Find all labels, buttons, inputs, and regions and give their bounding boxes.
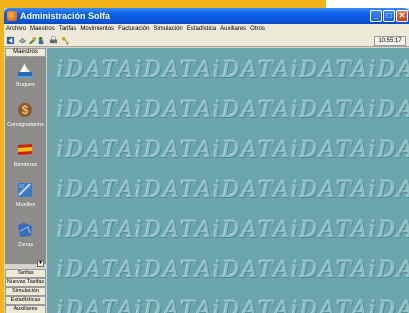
users-icon[interactable] [37, 36, 46, 45]
watermark-logo: iDATA [213, 218, 292, 243]
minimize-button[interactable]: _ [370, 10, 382, 22]
watermark-logo: iDATA [135, 218, 214, 243]
sidebar-button-simulacion[interactable]: Simulación [5, 287, 46, 296]
watermark-logo: iDATA [369, 58, 409, 83]
sidebar-button-auxiliares[interactable]: Auxiliares [5, 305, 46, 313]
watermark-logo: iDATA [291, 98, 370, 123]
window-title: Administración Solfa [20, 11, 111, 21]
refresh-icon[interactable] [18, 36, 27, 45]
watermark-logo: iDATA [369, 138, 409, 163]
watermark-logo: iDATA [369, 298, 409, 313]
watermark-logo: iDATA [135, 178, 214, 203]
sidebar: Maestros Buques $ Consignatarios Bandera… [4, 48, 47, 313]
watermark-logo: iDATA [369, 98, 409, 123]
map-zone-icon [18, 223, 32, 237]
watermark-logo: iDATA [135, 98, 214, 123]
key-icon[interactable] [61, 36, 70, 45]
watermark-logo: iDATA [291, 138, 370, 163]
menu-tarifas[interactable]: Tarifas [57, 24, 79, 35]
watermark-logo: iDATA [135, 138, 214, 163]
menu-auxiliares[interactable]: Auxiliares [218, 24, 248, 35]
watermark-logo: iDATA [213, 58, 292, 83]
ship-icon [17, 63, 33, 78]
menu-simulacion[interactable]: Simulación [151, 24, 184, 35]
sidebar-panel: Buques $ Consignatarios Banderas Muelles… [5, 57, 46, 267]
watermark-logo: iDATA [135, 298, 214, 313]
watermark-logo: iDATA [213, 258, 292, 283]
close-button[interactable]: ✕ [396, 10, 408, 22]
sidebar-header-maestros[interactable]: Maestros [5, 48, 46, 57]
watermark-logo: iDATA [291, 258, 370, 283]
watermark-logo: iDATA [57, 178, 136, 203]
menu-bar: Archivo Maestros Tarifas Movimientos Fac… [4, 24, 409, 35]
main-workspace: iDATA iDATA iDATA iDATA iDATA iDATA iDAT… [47, 48, 409, 313]
maximize-button[interactable]: □ [383, 10, 395, 22]
menu-maestros[interactable]: Maestros [28, 24, 57, 35]
watermark-logo: iDATA [57, 98, 136, 123]
watermark-logo: iDATA [369, 178, 409, 203]
menu-otros[interactable]: Otros [248, 24, 267, 35]
sidebar-button-nuevas-tasifas[interactable]: Nuevas Tasifas [5, 278, 46, 287]
pier-icon [18, 183, 32, 197]
sidebar-scroll-down-button[interactable]: ▼ [37, 260, 44, 267]
watermark-logo: iDATA [369, 258, 409, 283]
sidebar-label-consignatarios: Consignatarios [7, 122, 44, 128]
watermark-logo: iDATA [369, 218, 409, 243]
desktop-background-strip [326, 0, 409, 8]
sidebar-label-buques: Buques [16, 82, 35, 88]
menu-facturacion[interactable]: Facturación [116, 24, 151, 35]
watermark-logo: iDATA [213, 98, 292, 123]
watermark-logo: iDATA [213, 298, 292, 313]
sidebar-button-tarifas[interactable]: Tarifas [5, 269, 46, 278]
sidebar-label-banderas: Banderas [13, 162, 38, 168]
watermark-logo: iDATA [291, 58, 370, 83]
watermark-logo: iDATA [291, 178, 370, 203]
watermark-logo: iDATA [57, 138, 136, 163]
flag-icon [18, 144, 32, 155]
toolbar: 10:55:17 [4, 35, 409, 47]
menu-archivo[interactable]: Archivo [4, 24, 28, 35]
app-icon [7, 11, 17, 21]
menu-movimientos[interactable]: Movimientos [78, 24, 116, 35]
tools-icon[interactable] [28, 36, 37, 45]
watermark-logo: iDATA [291, 218, 370, 243]
watermark-logo: iDATA [57, 258, 136, 283]
watermark-logo: iDATA [57, 298, 136, 313]
watermark-logo: iDATA [135, 258, 214, 283]
app-window: Administración Solfa _ □ ✕ Archivo Maest… [4, 8, 409, 313]
sidebar-label-muelles: Muelles [16, 202, 35, 208]
watermark-logo: iDATA [291, 298, 370, 313]
back-arrow-icon[interactable] [6, 36, 15, 45]
printer-icon[interactable] [49, 36, 58, 45]
watermark-logo: iDATA [57, 58, 136, 83]
watermark-logo: iDATA [57, 218, 136, 243]
watermark-logo: iDATA [213, 178, 292, 203]
svg-text:$: $ [22, 103, 29, 117]
watermark-logo: iDATA [135, 58, 214, 83]
title-bar[interactable]: Administración Solfa _ □ ✕ [4, 8, 409, 24]
clock-display: 10:55:17 [374, 36, 406, 46]
menu-estadistica[interactable]: Estadística [185, 24, 218, 35]
dollar-icon: $ [18, 103, 32, 117]
watermark-logo: iDATA [213, 138, 292, 163]
sidebar-label-zonas: Zonas [17, 242, 34, 248]
sidebar-button-estadisticas[interactable]: Estadísticas [5, 296, 46, 305]
